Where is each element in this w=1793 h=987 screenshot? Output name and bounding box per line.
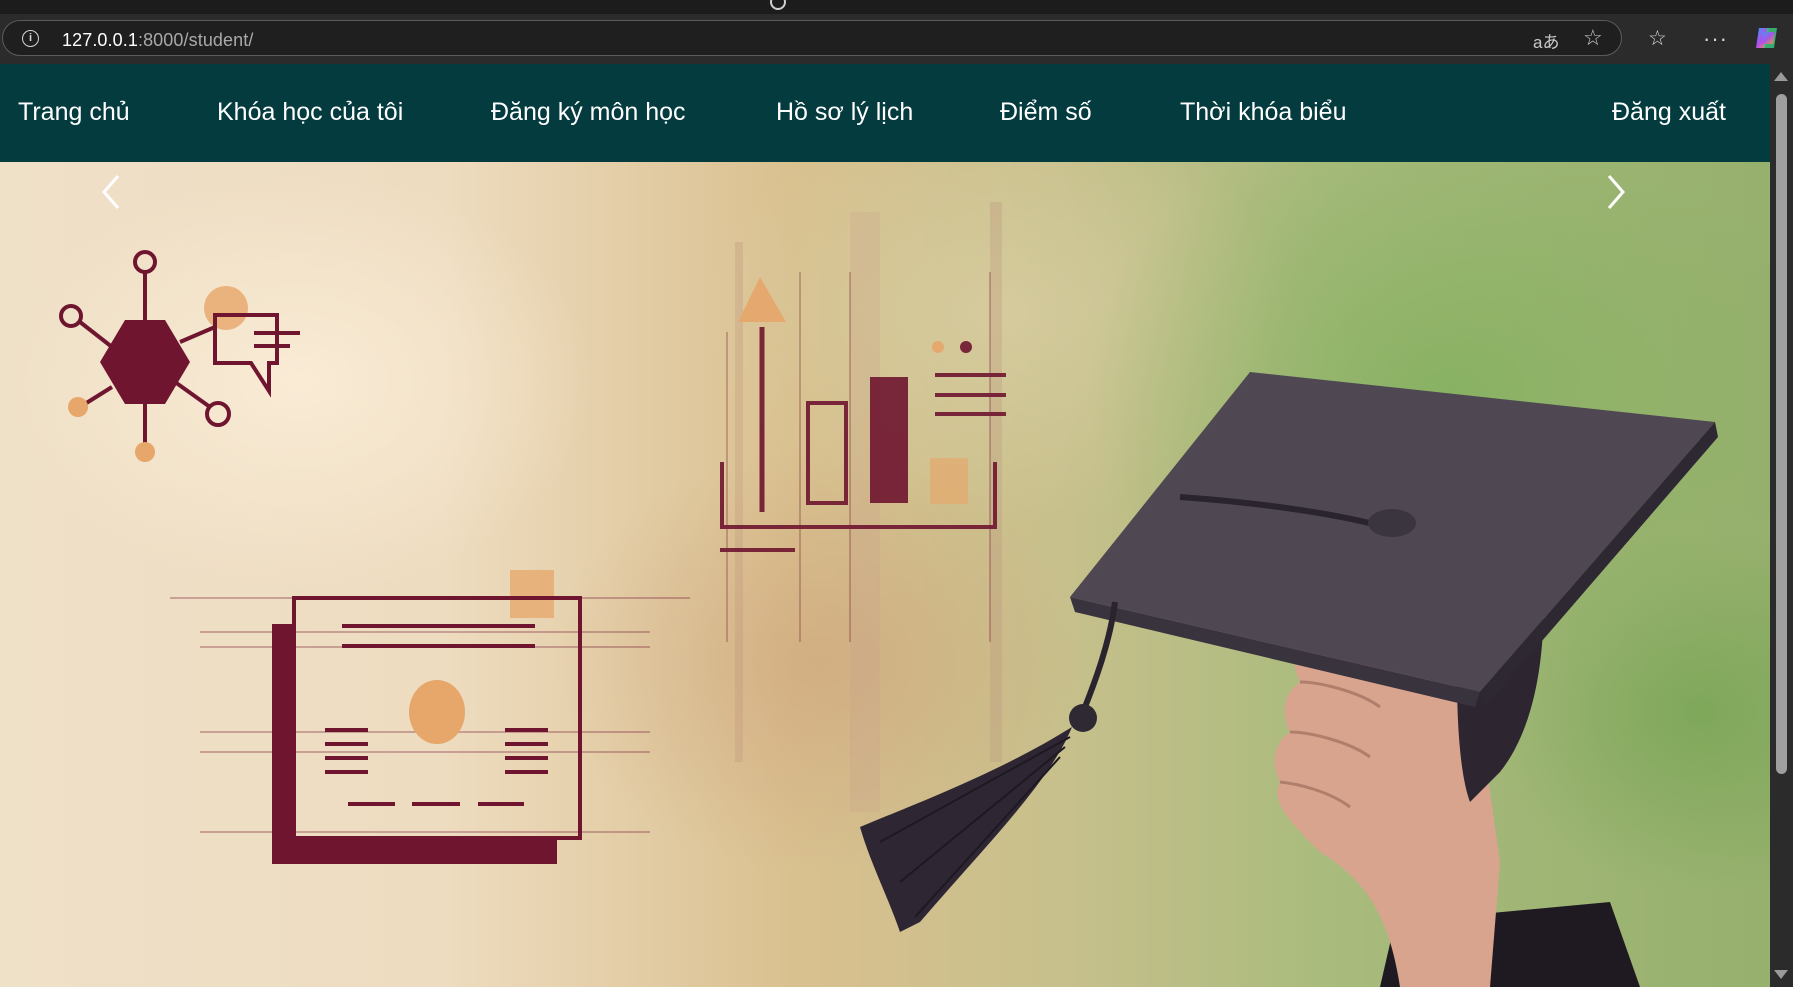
favorite-star-icon[interactable]: ☆	[1583, 25, 1603, 51]
browser-tab-strip	[0, 0, 1793, 14]
nav-profile[interactable]: Hồ sơ lý lịch	[776, 98, 913, 127]
more-menu-icon[interactable]: ···	[1703, 28, 1728, 50]
url-host: 127.0.0.1	[62, 30, 138, 50]
nav-course-registration[interactable]: Đăng ký môn học	[491, 98, 686, 127]
url-text[interactable]: 127.0.0.1:8000/student/	[62, 30, 253, 51]
nav-timetable[interactable]: Thời khóa biểu	[1180, 98, 1347, 127]
chevron-left-icon[interactable]	[92, 162, 132, 222]
tab-globe-icon	[770, 0, 786, 10]
favorites-list-icon[interactable]: ☆	[1648, 28, 1667, 50]
scroll-down-arrow-icon[interactable]	[1774, 970, 1788, 979]
nav-home[interactable]: Trang chủ	[18, 98, 130, 127]
scroll-up-arrow-icon[interactable]	[1774, 72, 1788, 81]
chevron-right-icon[interactable]	[1595, 162, 1635, 222]
scrollbar-thumb[interactable]	[1776, 94, 1787, 774]
nav-my-courses[interactable]: Khóa học của tôi	[217, 98, 403, 127]
info-icon[interactable]: i	[22, 30, 39, 47]
page-viewport: Trang chủ Khóa học của tôi Đăng ký môn h…	[0, 64, 1770, 987]
address-bar[interactable]: i 127.0.0.1:8000/student/ aあ ☆	[2, 20, 1622, 56]
network-icon	[59, 250, 300, 462]
nav-logout[interactable]: Đăng xuất	[1612, 98, 1726, 127]
url-path: :8000/student/	[137, 30, 254, 50]
graduation-cap-photo	[860, 372, 1718, 987]
read-aloud-icon[interactable]: aあ	[1533, 28, 1559, 53]
page-scrollbar[interactable]	[1770, 64, 1793, 987]
nav-grades[interactable]: Điểm số	[1000, 98, 1092, 127]
browser-toolbar: i 127.0.0.1:8000/student/ aあ ☆ ☆ ···	[0, 14, 1793, 64]
copilot-icon[interactable]	[1753, 24, 1781, 57]
top-navbar: Trang chủ Khóa học của tôi Đăng ký môn h…	[0, 64, 1770, 162]
certificate-icon	[170, 570, 690, 864]
hero-carousel	[0, 162, 1770, 987]
hero-image	[59, 202, 1718, 987]
